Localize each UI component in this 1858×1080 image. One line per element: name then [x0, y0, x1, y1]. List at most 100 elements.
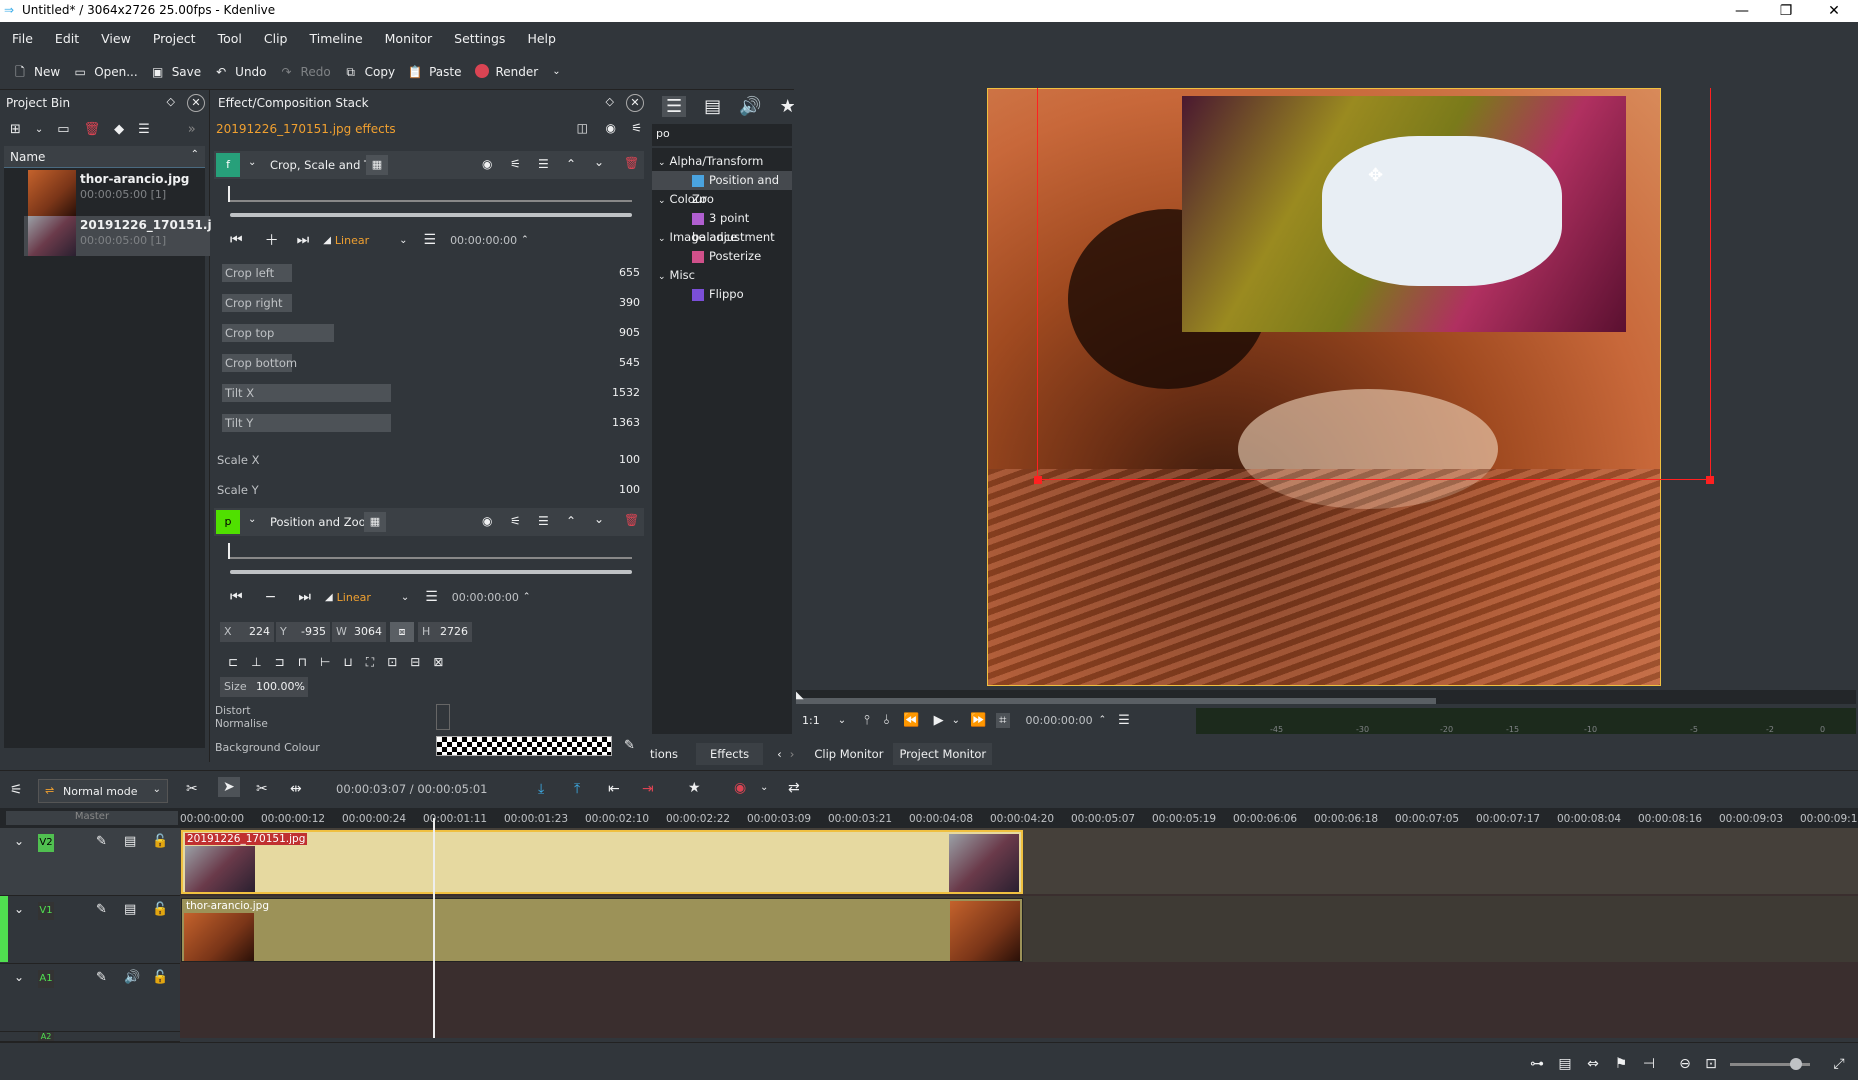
tree-group[interactable]: ⌄ Alpha/Transform [652, 152, 792, 171]
open-button[interactable]: ▭ Open... [72, 57, 138, 87]
move-down-icon[interactable]: ⌄ [594, 512, 604, 526]
mute-icon[interactable]: 🔊 [124, 970, 140, 985]
distort-checkbox[interactable] [436, 704, 450, 730]
zoom-slider-handle[interactable] [1790, 1058, 1802, 1070]
keyframe-position-bar[interactable] [230, 213, 632, 217]
spacer-tool-icon[interactable]: ⇹ [290, 781, 302, 797]
lock-ratio-icon[interactable]: ⧈ [390, 622, 414, 642]
playhead[interactable] [433, 818, 435, 1038]
chevron-down-icon[interactable]: ⌄ [838, 715, 846, 726]
monitor-timecode[interactable]: 00:00:00:00 [1026, 714, 1093, 727]
lock-icon[interactable]: 🔓 [152, 970, 168, 985]
menu-clip[interactable]: Clip [264, 31, 288, 46]
param-crop-bottom[interactable]: Crop bottom 545 [222, 352, 644, 374]
close-window-button[interactable]: ✕ [1812, 0, 1856, 22]
align-right-icon[interactable]: ⊐ [275, 655, 285, 669]
close-panel-button[interactable]: ✕ [187, 94, 205, 112]
timeline-settings-icon[interactable]: ⚟ [10, 782, 23, 798]
menu-project[interactable]: Project [153, 31, 196, 46]
zoom-in-icon[interactable]: ⤢ [1830, 1056, 1848, 1074]
keyframe-ruler[interactable] [230, 557, 632, 559]
eye-icon[interactable]: ◉ [482, 514, 492, 528]
hide-track-icon[interactable]: ▤ [124, 902, 136, 917]
settings-icon[interactable]: ⚟ [510, 514, 521, 528]
tab-clip-monitor[interactable]: Clip Monitor [814, 747, 883, 761]
param-crop-right[interactable]: Crop right 390 [222, 292, 644, 314]
move-up-icon[interactable]: ⌃ [566, 514, 576, 528]
fit-icon[interactable]: ⛶ [366, 655, 374, 670]
add-clip-icon[interactable]: ⊞ [10, 122, 21, 137]
tag-icon[interactable]: ◆ [114, 122, 124, 137]
copy-button[interactable]: ⧉ Copy [343, 57, 395, 87]
menu-icon[interactable]: ☰ [424, 232, 437, 248]
menu-timeline[interactable]: Timeline [309, 31, 362, 46]
param-tilt-x[interactable]: Tilt X 1532 [222, 382, 644, 404]
param-value[interactable]: 655 [619, 266, 640, 279]
redo-button[interactable]: ↷ Redo [279, 57, 330, 87]
favorite-icon[interactable]: ★ [688, 780, 701, 796]
next-keyframe-icon[interactable]: ⏭ [298, 589, 311, 605]
markers-icon[interactable]: ⚑ [1612, 1056, 1630, 1074]
name-column-header[interactable]: Name ⌃ [4, 146, 205, 168]
compare-icon[interactable]: ◫ [577, 121, 588, 135]
render-button[interactable]: Render ⌄ [474, 57, 561, 87]
param-crop-left[interactable]: Crop left 655 [222, 262, 644, 284]
track-label[interactable]: V1 [38, 902, 54, 920]
menu-file[interactable]: File [12, 31, 33, 46]
menu-icon[interactable]: ☰ [538, 157, 549, 171]
minimize-button[interactable]: — [1720, 0, 1764, 22]
delete-icon[interactable]: 🗑 [84, 122, 101, 137]
menu-help[interactable]: Help [527, 31, 556, 46]
param-tilt-y[interactable]: Tilt Y 1363 [222, 412, 644, 434]
align-bottom-icon[interactable]: ⊔ [343, 655, 352, 669]
param-value[interactable]: 100 [619, 483, 640, 496]
w-field[interactable]: W 3064 [332, 622, 386, 642]
param-scale-x[interactable]: Scale X 100 [214, 449, 644, 471]
handle-bottom-left[interactable] [1034, 476, 1042, 484]
param-value[interactable]: 390 [619, 296, 640, 309]
param-value[interactable]: 545 [619, 356, 640, 369]
tree-group[interactable]: ⌄ Colour [652, 190, 792, 209]
lock-icon[interactable]: 🔓 [152, 902, 168, 917]
scroll-right-icon[interactable]: › [790, 747, 795, 761]
align-hcenter-icon[interactable]: ⊥ [251, 655, 261, 669]
effects-icon[interactable]: ✎ [96, 970, 107, 985]
align-vcenter-icon[interactable]: ⊢ [320, 655, 330, 669]
mixer-icon[interactable]: ⇄ [788, 780, 800, 796]
background-colour-swatch[interactable] [436, 736, 612, 756]
float-icon[interactable]: ◇ [167, 95, 175, 108]
audio-icon[interactable]: 🔊 [739, 96, 761, 117]
hide-track-icon[interactable]: ▤ [124, 834, 136, 849]
color-picker-icon[interactable]: ✎ [624, 738, 635, 753]
keyframe-timecode[interactable]: 00:00:00:00 [452, 591, 519, 604]
audio-waveform-icon[interactable]: ⇔ [1584, 1056, 1602, 1074]
collapse-icon[interactable]: ⌄ [14, 834, 24, 848]
timeline-snap-icon[interactable]: ⊶ [1528, 1056, 1546, 1074]
razor-all-icon[interactable]: ✂ [186, 781, 198, 797]
effects-icon[interactable]: ✎ [96, 834, 107, 849]
delete-icon[interactable]: 🗑 [624, 513, 639, 527]
menu-icon[interactable]: ☰ [1118, 713, 1130, 728]
param-value[interactable]: 1532 [612, 386, 640, 399]
add-folder-icon[interactable]: ▭ [57, 122, 69, 137]
thumbnails-icon[interactable]: ▤ [1556, 1056, 1574, 1074]
chevron-down-icon[interactable]: ⌄ [399, 235, 407, 246]
set-out-icon[interactable]: ⫰ [884, 713, 890, 728]
split-icon[interactable]: ⊣ [1640, 1056, 1658, 1074]
tab-project-monitor[interactable]: Project Monitor [893, 743, 993, 765]
keyframe-icon[interactable]: ▦ [366, 155, 388, 175]
menu-icon[interactable]: ☰ [538, 514, 549, 528]
zoom-select[interactable]: 1:1 [802, 714, 820, 727]
chevron-down-icon[interactable]: ⌄ [401, 592, 409, 603]
zoom-slider[interactable] [1730, 1058, 1810, 1070]
param-value[interactable]: 100 [619, 453, 640, 466]
spin-icon[interactable]: ⌃ [521, 235, 529, 245]
crop-icon[interactable]: ⌗ [996, 712, 1010, 728]
select-tool-icon[interactable]: ➤ [218, 777, 240, 797]
rewind-icon[interactable]: ⏪ [903, 713, 919, 728]
monitor-ruler[interactable]: ◣ [796, 690, 1856, 704]
paste-button[interactable]: 📋 Paste [407, 57, 462, 87]
keyframe-timecode[interactable]: 00:00:00:00 [450, 234, 517, 247]
lift-icon[interactable]: ⇤ [608, 781, 620, 797]
record-icon[interactable]: ◉ [734, 780, 746, 796]
